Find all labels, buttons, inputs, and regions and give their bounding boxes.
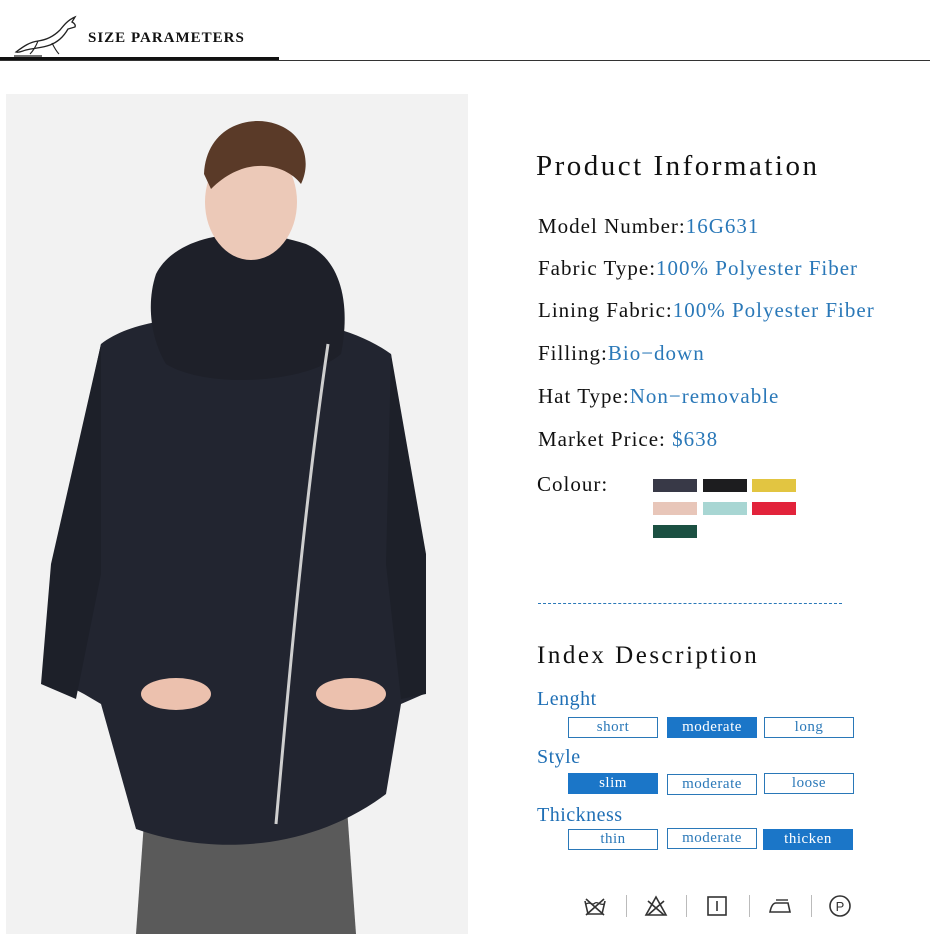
section-divider [538,603,842,604]
page-title: SIZE PARAMETERS [88,30,245,46]
header: SIZE PARAMETERS [0,0,930,64]
thickness-option-thin[interactable]: thin [568,829,658,850]
care-icon-separator [686,895,687,917]
tumble-dry-icon [707,896,727,916]
thickness-option-thicken[interactable]: thicken [763,829,853,850]
hat-type-value: Non−removable [629,384,780,408]
market-price-label: Market Price: [538,427,673,451]
thickness-label: Thickness [537,804,623,826]
care-icon-separator [749,895,750,917]
colour-swatch[interactable] [703,479,747,492]
colour-swatch[interactable] [703,502,747,515]
iron-icon [769,899,791,913]
colour-label: Colour: [537,472,609,496]
market-price-value: $638 [672,427,719,451]
style-label: Style [537,746,581,768]
care-icon-separator [626,895,627,917]
colour-swatch[interactable] [653,479,697,492]
fabric-type-label: Fabric Type: [538,256,657,280]
lining-fabric-row: Lining Fabric:100% Polyester Fiber [538,298,875,323]
style-option-slim[interactable]: slim [568,773,658,794]
do-not-wash-icon [584,898,606,916]
fabric-type-value: 100% Polyester Fiber [656,256,859,280]
market-price-row: Market Price: $638 [538,427,718,452]
hat-type-label: Hat Type: [538,384,630,408]
model-number-label: Model Number: [538,214,686,238]
colour-swatch[interactable] [653,525,697,538]
hat-type-row: Hat Type:Non−removable [538,384,779,409]
care-icon-separator [811,895,812,917]
length-label: Lenght [537,688,597,710]
model-number-row: Model Number:16G631 [538,214,759,239]
length-option-moderate[interactable]: moderate [667,717,757,738]
index-description-title: Index Description [537,642,760,669]
filling-label: Filling: [538,341,608,365]
style-option-moderate[interactable]: moderate [667,774,757,795]
filling-row: Filling:Bio−down [538,341,705,366]
fox-logo-icon [14,15,77,57]
thickness-option-moderate[interactable]: moderate [667,828,757,849]
lining-fabric-value: 100% Polyester Fiber [672,298,875,322]
product-info-title: Product Information [536,150,820,182]
product-photo [6,94,468,934]
model-number-value: 16G631 [685,214,760,238]
colour-swatch[interactable] [752,479,796,492]
style-option-loose[interactable]: loose [764,773,854,794]
colour-swatch[interactable] [752,502,796,515]
header-divider [0,60,930,61]
fabric-type-row: Fabric Type:100% Polyester Fiber [538,256,858,281]
length-option-long[interactable]: long [764,717,854,738]
svg-text:P: P [836,899,845,914]
lining-fabric-label: Lining Fabric: [538,298,673,322]
dry-clean-icon: P [829,895,851,917]
do-not-bleach-icon [644,895,668,916]
filling-value: Bio−down [607,341,705,365]
colour-swatch[interactable] [653,502,697,515]
length-option-short[interactable]: short [568,717,658,738]
